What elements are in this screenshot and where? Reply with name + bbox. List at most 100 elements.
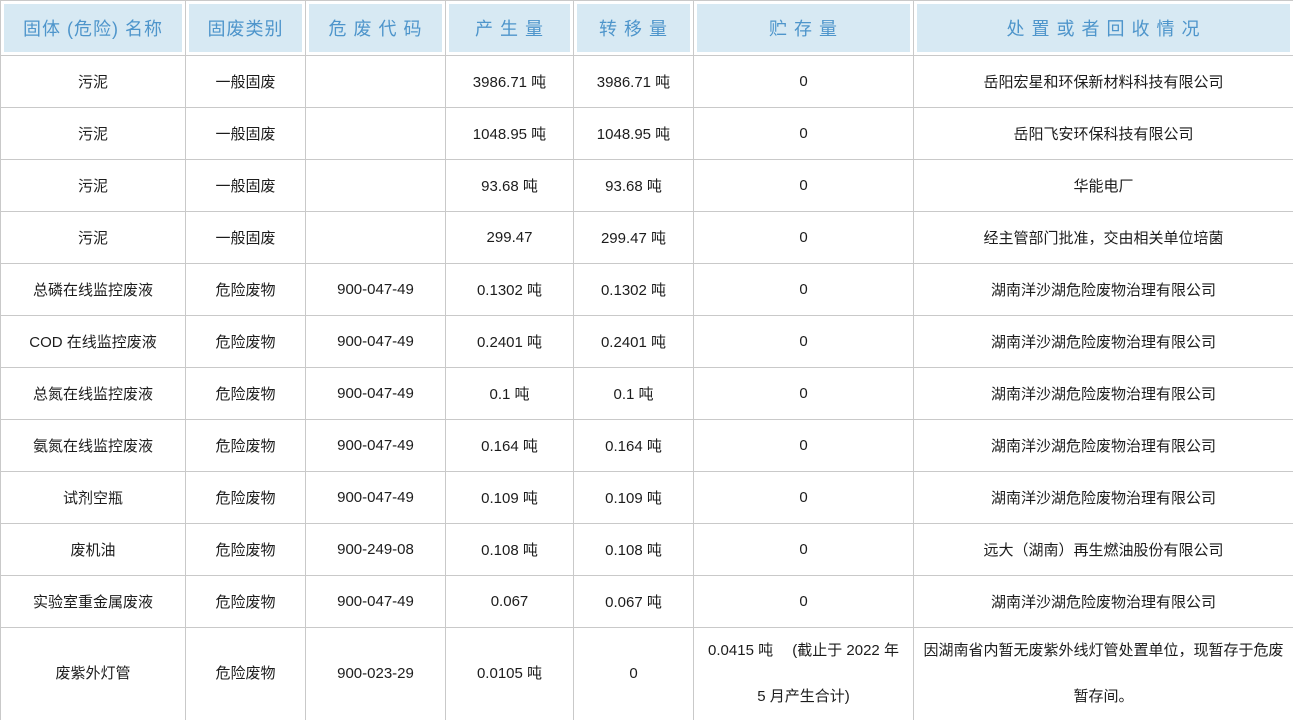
- cell-waste-name: 废紫外灯管: [1, 628, 186, 720]
- cell-disposal-status: 经主管部门批准，交由相关单位培菌: [914, 212, 1293, 264]
- table-row: 总氮在线监控废液 危险废物 900-047-49 0.1 吨 0.1 吨 0 湖…: [1, 368, 1293, 420]
- cell-stored-amount: 0: [694, 472, 914, 524]
- header-cell-waste-name: 固体 (危险) 名称: [1, 1, 186, 56]
- cell-produced-amount: 0.108 吨: [446, 524, 574, 576]
- cell-waste-name: 污泥: [1, 160, 186, 212]
- cell-hazard-code: 900-047-49: [306, 316, 446, 368]
- table-row: 污泥 一般固废 93.68 吨 93.68 吨 0 华能电厂: [1, 160, 1293, 212]
- cell-hazard-code: 900-023-29: [306, 628, 446, 720]
- table-row: 废机油 危险废物 900-249-08 0.108 吨 0.108 吨 0 远大…: [1, 524, 1293, 576]
- table-row: 氨氮在线监控废液 危险废物 900-047-49 0.164 吨 0.164 吨…: [1, 420, 1293, 472]
- cell-hazard-code: 900-047-49: [306, 264, 446, 316]
- cell-waste-category: 一般固废: [186, 160, 306, 212]
- cell-waste-category: 危险废物: [186, 524, 306, 576]
- cell-stored-amount: 0: [694, 420, 914, 472]
- table-row: 实验室重金属废液 危险废物 900-047-49 0.067 0.067 吨 0…: [1, 576, 1293, 628]
- cell-stored-amount: 0.0415 吨 (截止于 2022 年 5 月产生合计): [694, 628, 914, 720]
- cell-waste-category: 危险废物: [186, 316, 306, 368]
- cell-disposal-status: 湖南洋沙湖危险废物治理有限公司: [914, 316, 1293, 368]
- header-cell-produced-amount: 产 生 量: [446, 1, 574, 56]
- cell-transferred-amount: 0.109 吨: [574, 472, 694, 524]
- cell-produced-amount: 3986.71 吨: [446, 56, 574, 108]
- solid-waste-table: 固体 (危险) 名称 固废类别 危 废 代 码 产 生 量 转 移 量 贮 存 …: [0, 0, 1293, 720]
- cell-produced-amount: 0.164 吨: [446, 420, 574, 472]
- cell-transferred-amount: 3986.71 吨: [574, 56, 694, 108]
- cell-produced-amount: 0.109 吨: [446, 472, 574, 524]
- cell-stored-amount: 0: [694, 108, 914, 160]
- cell-waste-name: 试剂空瓶: [1, 472, 186, 524]
- cell-waste-name: 污泥: [1, 108, 186, 160]
- table-row: COD 在线监控废液 危险废物 900-047-49 0.2401 吨 0.24…: [1, 316, 1293, 368]
- cell-stored-amount: 0: [694, 576, 914, 628]
- cell-waste-name: 总磷在线监控废液: [1, 264, 186, 316]
- cell-waste-name: 氨氮在线监控废液: [1, 420, 186, 472]
- cell-produced-amount: 0.0105 吨: [446, 628, 574, 720]
- cell-hazard-code: [306, 212, 446, 264]
- cell-stored-amount: 0: [694, 56, 914, 108]
- cell-waste-category: 一般固废: [186, 212, 306, 264]
- cell-waste-name: 实验室重金属废液: [1, 576, 186, 628]
- cell-disposal-status: 湖南洋沙湖危险废物治理有限公司: [914, 264, 1293, 316]
- table-header-row: 固体 (危险) 名称 固废类别 危 废 代 码 产 生 量 转 移 量 贮 存 …: [1, 1, 1293, 56]
- cell-stored-amount: 0: [694, 160, 914, 212]
- cell-transferred-amount: 0.1302 吨: [574, 264, 694, 316]
- cell-transferred-amount: 0.108 吨: [574, 524, 694, 576]
- cell-produced-amount: 0.067: [446, 576, 574, 628]
- cell-waste-name: COD 在线监控废液: [1, 316, 186, 368]
- cell-waste-category: 危险废物: [186, 420, 306, 472]
- cell-produced-amount: 299.47: [446, 212, 574, 264]
- cell-transferred-amount: 0.067 吨: [574, 576, 694, 628]
- header-cell-stored-amount: 贮 存 量: [694, 1, 914, 56]
- cell-hazard-code: 900-047-49: [306, 420, 446, 472]
- cell-waste-name: 总氮在线监控废液: [1, 368, 186, 420]
- cell-waste-category: 一般固废: [186, 56, 306, 108]
- cell-transferred-amount: 0.164 吨: [574, 420, 694, 472]
- cell-disposal-status: 华能电厂: [914, 160, 1293, 212]
- table-row: 总磷在线监控废液 危险废物 900-047-49 0.1302 吨 0.1302…: [1, 264, 1293, 316]
- table-row: 污泥 一般固废 1048.95 吨 1048.95 吨 0 岳阳飞安环保科技有限…: [1, 108, 1293, 160]
- cell-produced-amount: 1048.95 吨: [446, 108, 574, 160]
- header-cell-transferred-amount: 转 移 量: [574, 1, 694, 56]
- cell-stored-amount: 0: [694, 368, 914, 420]
- cell-waste-category: 危险废物: [186, 628, 306, 720]
- cell-disposal-status: 远大（湖南）再生燃油股份有限公司: [914, 524, 1293, 576]
- cell-disposal-status: 湖南洋沙湖危险废物治理有限公司: [914, 368, 1293, 420]
- header-cell-disposal-status: 处 置 或 者 回 收 情 况: [914, 1, 1293, 56]
- cell-hazard-code: [306, 108, 446, 160]
- cell-hazard-code: 900-249-08: [306, 524, 446, 576]
- cell-hazard-code: [306, 56, 446, 108]
- table-row: 污泥 一般固废 299.47 299.47 吨 0 经主管部门批准，交由相关单位…: [1, 212, 1293, 264]
- cell-waste-category: 危险废物: [186, 472, 306, 524]
- cell-transferred-amount: 0: [574, 628, 694, 720]
- cell-stored-amount: 0: [694, 212, 914, 264]
- cell-produced-amount: 93.68 吨: [446, 160, 574, 212]
- cell-disposal-status: 湖南洋沙湖危险废物治理有限公司: [914, 576, 1293, 628]
- cell-stored-amount: 0: [694, 524, 914, 576]
- cell-transferred-amount: 0.2401 吨: [574, 316, 694, 368]
- cell-waste-category: 危险废物: [186, 264, 306, 316]
- cell-stored-amount: 0: [694, 316, 914, 368]
- cell-waste-category: 一般固废: [186, 108, 306, 160]
- cell-transferred-amount: 1048.95 吨: [574, 108, 694, 160]
- cell-disposal-status: 岳阳飞安环保科技有限公司: [914, 108, 1293, 160]
- cell-hazard-code: 900-047-49: [306, 576, 446, 628]
- cell-disposal-status: 湖南洋沙湖危险废物治理有限公司: [914, 420, 1293, 472]
- cell-produced-amount: 0.1 吨: [446, 368, 574, 420]
- cell-waste-category: 危险废物: [186, 368, 306, 420]
- header-cell-hazard-code: 危 废 代 码: [306, 1, 446, 56]
- report-page: 固体 (危险) 名称 固废类别 危 废 代 码 产 生 量 转 移 量 贮 存 …: [0, 0, 1293, 720]
- table-row: 废紫外灯管 危险废物 900-023-29 0.0105 吨 0 0.0415 …: [1, 628, 1293, 720]
- cell-hazard-code: [306, 160, 446, 212]
- cell-produced-amount: 0.2401 吨: [446, 316, 574, 368]
- cell-disposal-status: 湖南洋沙湖危险废物治理有限公司: [914, 472, 1293, 524]
- cell-hazard-code: 900-047-49: [306, 368, 446, 420]
- cell-waste-name: 污泥: [1, 56, 186, 108]
- table-row: 试剂空瓶 危险废物 900-047-49 0.109 吨 0.109 吨 0 湖…: [1, 472, 1293, 524]
- cell-waste-category: 危险废物: [186, 576, 306, 628]
- cell-stored-amount: 0: [694, 264, 914, 316]
- cell-transferred-amount: 0.1 吨: [574, 368, 694, 420]
- cell-transferred-amount: 93.68 吨: [574, 160, 694, 212]
- cell-disposal-status: 因湖南省内暂无废紫外线灯管处置单位，现暂存于危废 暂存间。: [914, 628, 1293, 720]
- cell-hazard-code: 900-047-49: [306, 472, 446, 524]
- cell-waste-name: 污泥: [1, 212, 186, 264]
